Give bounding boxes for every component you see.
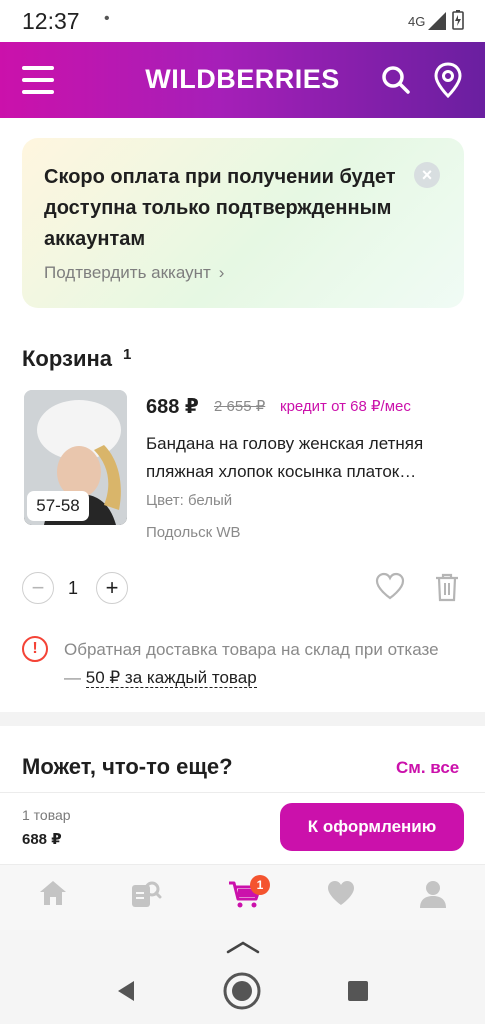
profile-icon[interactable] — [418, 879, 448, 909]
verify-account-link[interactable]: Подтвердить аккаунт › — [44, 263, 224, 283]
return-delivery-fee-link[interactable]: 50 ₽ за каждый товар — [85, 668, 257, 688]
signal-icon — [428, 12, 446, 30]
recommendations-title: Может, что-то еще? — [22, 754, 233, 779]
cart-count: 1 — [123, 346, 132, 363]
cart-title: Корзина — [22, 346, 112, 371]
search-icon[interactable] — [380, 64, 412, 96]
app-header: WILDBERRIES — [0, 42, 485, 118]
status-notification-dot: • — [104, 10, 110, 27]
chevron-up-icon[interactable] — [226, 940, 260, 954]
warning-icon: ! — [22, 636, 48, 662]
favorites-icon[interactable] — [326, 879, 356, 907]
quantity-increase-button[interactable]: + — [96, 572, 128, 604]
see-all-link[interactable]: См. все — [396, 758, 459, 778]
battery-icon — [452, 10, 464, 30]
product-name[interactable]: Бандана на голову женская летняя пляжная… — [146, 430, 466, 486]
status-bar: 12:37 • 4G — [0, 0, 485, 42]
checkout-bar: 1 товар 688 ₽ К оформлению — [0, 792, 485, 864]
system-navigation-bar — [0, 930, 485, 1024]
product-price: 688 ₽ — [146, 396, 199, 418]
cart-badge: 1 — [250, 875, 270, 895]
return-delivery-notice: Обратная доставка товара на склад при от… — [64, 636, 444, 692]
trash-icon[interactable] — [434, 572, 460, 602]
home-icon[interactable] — [38, 879, 68, 907]
close-icon[interactable]: × — [414, 162, 440, 188]
quantity-decrease-button[interactable]: − — [22, 572, 54, 604]
product-warehouse: Подольск WB — [146, 524, 241, 541]
back-icon[interactable] — [116, 980, 136, 1002]
network-type: 4G — [408, 14, 426, 29]
catalog-search-icon[interactable] — [130, 879, 162, 909]
section-divider — [0, 712, 485, 726]
home-button-icon[interactable] — [222, 971, 262, 1011]
banner-text: Скоро оплата при получении будет доступн… — [44, 166, 396, 250]
status-time: 12:37 — [22, 8, 80, 34]
bottom-tab-bar: 1 — [0, 864, 485, 930]
checkout-button[interactable]: К оформлению — [280, 803, 464, 851]
location-icon[interactable] — [434, 62, 462, 98]
heart-icon[interactable] — [375, 572, 405, 600]
chevron-right-icon: › — [218, 263, 225, 282]
checkout-total: 688 ₽ — [22, 831, 62, 848]
product-color: Цвет: белый — [146, 492, 233, 509]
verify-account-label: Подтвердить аккаунт — [44, 263, 211, 282]
quantity-value: 1 — [68, 578, 79, 598]
recent-apps-icon[interactable] — [348, 981, 368, 1001]
size-badge: 57-58 — [27, 491, 89, 521]
product-old-price: 2 655 ₽ — [214, 398, 266, 415]
checkout-item-count: 1 товар — [22, 807, 71, 823]
verification-banner: Скоро оплата при получении будет доступн… — [22, 138, 464, 308]
credit-offer[interactable]: кредит от 68 ₽/мес — [280, 397, 411, 415]
brand-logo[interactable]: WILDBERRIES — [0, 64, 485, 95]
